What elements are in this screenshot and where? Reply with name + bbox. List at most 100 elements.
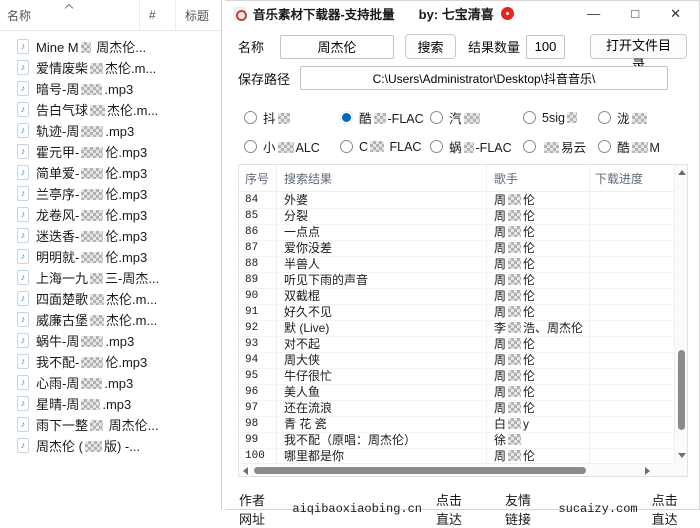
source-option[interactable]: 蜗-FLAC	[430, 137, 523, 156]
source-option[interactable]: 抖	[244, 108, 340, 127]
table-row[interactable]: 97还在流浪周伦	[239, 401, 674, 417]
table-row[interactable]: 98青 花 瓷白y	[239, 417, 674, 433]
file-item[interactable]: ♪心雨-周.mp3	[0, 372, 220, 393]
source-option[interactable]: 易云	[523, 137, 598, 156]
file-item[interactable]: ♪上海一九三-周杰...	[0, 267, 220, 288]
file-item[interactable]: ♪迷迭香-伦.mp3	[0, 225, 220, 246]
cell-title: 对不起	[276, 337, 486, 352]
column-header-number[interactable]: #	[139, 0, 175, 30]
search-row: 名称 搜索 结果数量 打开文件目录	[238, 34, 687, 59]
song-name-input[interactable]	[280, 35, 394, 59]
cell-no: 89	[239, 273, 276, 288]
author-site-link[interactable]: 点击直达	[436, 490, 473, 528]
cell-title: 听见下雨的声音	[276, 273, 486, 288]
table-row[interactable]: 93对不起周伦	[239, 337, 674, 353]
file-item[interactable]: ♪周杰伦 (版) -...	[0, 435, 220, 456]
table-row[interactable]: 84外婆周伦	[239, 193, 674, 209]
radio-selected-icon[interactable]	[340, 111, 353, 124]
source-option[interactable]: 酷-FLAC	[340, 108, 430, 127]
table-row[interactable]: 89听见下雨的声音周伦	[239, 273, 674, 289]
file-item[interactable]: ♪我不配-伦.mp3	[0, 351, 220, 372]
radio-icon[interactable]	[244, 140, 257, 153]
file-item[interactable]: ♪暗号-周.mp3	[0, 78, 220, 99]
radio-icon[interactable]	[340, 140, 353, 153]
table-row[interactable]: 100哪里都是你周伦	[239, 449, 674, 463]
scroll-up-icon[interactable]	[678, 170, 686, 175]
save-path-input[interactable]	[300, 66, 668, 90]
header-search-result[interactable]: 搜索结果	[276, 165, 486, 191]
radio-icon[interactable]	[430, 140, 443, 153]
scroll-down-icon[interactable]	[678, 453, 686, 458]
file-item[interactable]: ♪星晴-周.mp3	[0, 393, 220, 414]
cell-singer: 周伦	[486, 273, 589, 288]
app-icon	[233, 7, 246, 20]
table-row[interactable]: 95牛仔很忙周伦	[239, 369, 674, 385]
radio-icon[interactable]	[598, 140, 611, 153]
scroll-right-icon[interactable]	[645, 467, 650, 475]
censored-text	[374, 113, 386, 124]
file-item[interactable]: ♪龙卷风-伦.mp3	[0, 204, 220, 225]
source-option[interactable]: 汽	[430, 108, 523, 127]
table-row[interactable]: 90双截棍周伦	[239, 289, 674, 305]
source-option-label: 汽	[449, 108, 482, 127]
radio-icon[interactable]	[523, 111, 536, 124]
table-row[interactable]: 86一点点周伦	[239, 225, 674, 241]
file-item[interactable]: ♪轨迹-周.mp3	[0, 120, 220, 141]
table-row[interactable]: 92默 (Live)李浩、周杰伦	[239, 321, 674, 337]
friend-link[interactable]: 点击直达	[652, 490, 689, 528]
cell-title: 外婆	[276, 193, 486, 208]
table-row[interactable]: 85分裂周伦	[239, 209, 674, 225]
horizontal-scroll-thumb[interactable]	[254, 467, 586, 474]
censored-text	[508, 226, 521, 237]
vertical-scroll-thumb[interactable]	[678, 350, 685, 430]
source-option[interactable]: 酷M	[598, 137, 687, 156]
source-option[interactable]: 5sig	[523, 111, 598, 125]
file-item[interactable]: ♪兰亭序-伦.mp3	[0, 183, 220, 204]
close-button[interactable]: ✕	[670, 7, 681, 20]
cell-title: 哪里都是你	[276, 449, 486, 463]
horizontal-scrollbar[interactable]	[239, 463, 674, 476]
cell-singer: 周伦	[486, 241, 589, 256]
table-row[interactable]: 96美人鱼周伦	[239, 385, 674, 401]
file-item[interactable]: ♪爱情废柴杰伦.m...	[0, 57, 220, 78]
minimize-button[interactable]: —	[587, 7, 600, 20]
file-item[interactable]: ♪威廉古堡杰伦.m...	[0, 309, 220, 330]
name-label: 名称	[238, 37, 280, 56]
file-item[interactable]: ♪霍元甲-伦.mp3	[0, 141, 220, 162]
source-option[interactable]: C FLAC	[340, 140, 430, 154]
table-row[interactable]: 99我不配（原唱：周杰伦）徐	[239, 433, 674, 449]
maximize-button[interactable]: □	[631, 7, 639, 20]
title-bar[interactable]: 音乐素材下载器-支持批量 by: 七宝清喜 — □ ✕	[225, 1, 699, 26]
result-count-input[interactable]	[526, 35, 565, 59]
radio-icon[interactable]	[523, 140, 536, 153]
result-count-label: 结果数量	[468, 37, 520, 56]
file-item[interactable]: ♪简单爱-伦.mp3	[0, 162, 220, 183]
open-directory-button[interactable]: 打开文件目录	[590, 34, 687, 59]
header-download-progress[interactable]: 下载进度	[589, 165, 674, 191]
source-option[interactable]: 小ALC	[244, 137, 340, 156]
table-row[interactable]: 91好久不见周伦	[239, 305, 674, 321]
music-file-icon: ♪	[17, 228, 29, 243]
source-option[interactable]: 泷	[598, 108, 687, 127]
censored-text	[508, 434, 521, 445]
table-row[interactable]: 94周大侠周伦	[239, 353, 674, 369]
radio-icon[interactable]	[430, 111, 443, 124]
file-item[interactable]: ♪蜗牛-周.mp3	[0, 330, 220, 351]
file-item[interactable]: ♪雨下一整 周杰伦...	[0, 414, 220, 435]
column-header-title[interactable]: 标题	[175, 0, 221, 30]
table-row[interactable]: 88半兽人周伦	[239, 257, 674, 273]
table-row[interactable]: 87爱你没差周伦	[239, 241, 674, 257]
source-row-2: 小ALCC FLAC蜗-FLAC易云酷M	[238, 132, 687, 161]
scroll-left-icon[interactable]	[243, 467, 248, 475]
vertical-scrollbar[interactable]	[674, 165, 687, 463]
cell-title: 双截棍	[276, 289, 486, 304]
file-item[interactable]: ♪告白气球杰伦.m...	[0, 99, 220, 120]
file-item[interactable]: ♪四面楚歌杰伦.m...	[0, 288, 220, 309]
file-item[interactable]: ♪明明就-伦.mp3	[0, 246, 220, 267]
file-item[interactable]: ♪Mine M 周杰伦...	[0, 36, 220, 57]
radio-icon[interactable]	[598, 111, 611, 124]
header-no[interactable]: 序号	[239, 165, 276, 191]
header-singer[interactable]: 歌手	[486, 165, 589, 191]
radio-icon[interactable]	[244, 111, 257, 124]
search-button[interactable]: 搜索	[405, 34, 456, 59]
